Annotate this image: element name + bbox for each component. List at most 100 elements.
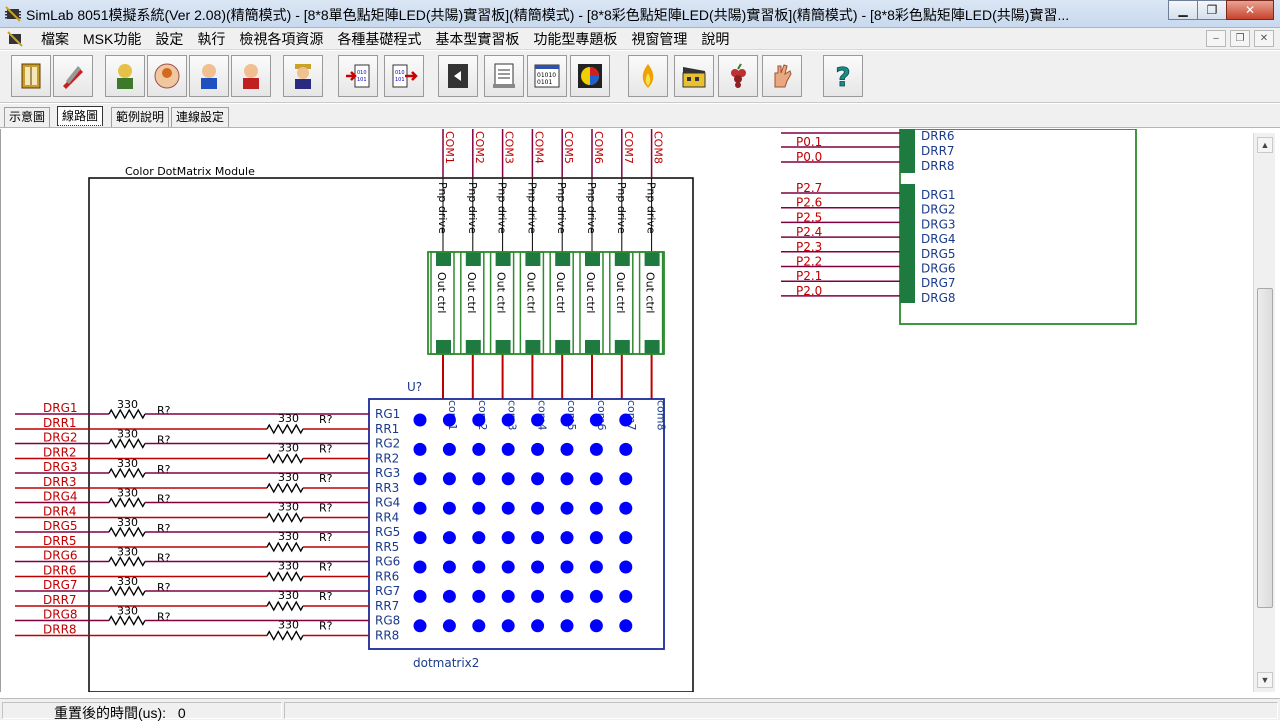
person-circle-icon [154, 63, 180, 89]
resistor-value: 330 [278, 619, 299, 632]
toolbar-chip-button[interactable] [438, 55, 478, 97]
resistor [108, 585, 146, 597]
tab-circuit[interactable]: 線路圖 [57, 106, 104, 126]
toolbar-grapes-button[interactable] [718, 55, 758, 97]
row-pin-label: RG3 [375, 466, 400, 480]
resistor-value: 330 [117, 546, 138, 559]
mcu-pin-label: DRG7 [921, 276, 956, 290]
menu-settings[interactable]: 設定 [148, 30, 190, 48]
resistor [266, 453, 304, 464]
led-dot [589, 619, 603, 633]
port-label: P2.7 [796, 181, 822, 195]
net-label: DRG8 [43, 608, 78, 622]
schematic-canvas[interactable]: Color DotMatrix Module COM1 Pnp drive Out c… [0, 129, 1253, 692]
toolbar-color-button[interactable] [570, 55, 610, 97]
toolbar-export-button[interactable]: 010 101 [384, 55, 424, 97]
com-label: COM2 [473, 131, 486, 164]
menu-window[interactable]: 視窗管理 [624, 30, 694, 48]
toolbar-person5-button[interactable] [283, 55, 323, 97]
resistor-ref: R? [157, 581, 171, 594]
buffer-pad-bottom [436, 340, 451, 354]
toolbar-pen-button[interactable] [53, 55, 93, 97]
row-pin-label: RG1 [375, 407, 400, 421]
resistor-ref: R? [319, 620, 333, 633]
schematic-diagram: Color DotMatrix Module COM1 Pnp drive Out c… [15, 129, 1137, 692]
scroll-up-arrow-icon[interactable]: ▲ [1257, 137, 1273, 153]
menu-msk[interactable]: MSK功能 [76, 30, 148, 48]
row-pin-label: RR4 [375, 511, 399, 525]
toolbar-person1-button[interactable] [105, 55, 145, 97]
mcu-pad-green [900, 184, 915, 303]
resistor-ref: R? [157, 552, 171, 565]
led-dot [472, 501, 486, 515]
toolbar-binary-button[interactable]: 01010 0101 [527, 55, 567, 97]
menu-view-resources[interactable]: 檢視各項資源 [232, 30, 330, 48]
mcu-pin-label: DRG3 [921, 217, 956, 231]
scroll-down-arrow-icon[interactable]: ▼ [1257, 672, 1273, 688]
child-restore-button[interactable]: ❐ [1230, 30, 1250, 47]
led-dot [413, 560, 427, 574]
component-ref: U? [407, 380, 422, 394]
minimize-button[interactable]: ▁ [1168, 0, 1198, 20]
buffer-label: Out ctrl [465, 272, 478, 313]
menu-basic-programs[interactable]: 各種基礎程式 [330, 30, 428, 48]
resistor [266, 600, 304, 612]
toolbar-person3-button[interactable] [189, 55, 229, 97]
resistor-value: 330 [117, 487, 138, 500]
toolbar-hand-button[interactable] [762, 55, 802, 97]
com-label: COM7 [622, 131, 635, 164]
buffer-pad-bottom [525, 340, 541, 354]
toolbar-person4-button[interactable] [231, 55, 271, 97]
tab-overview[interactable]: 示意圖 [4, 107, 51, 127]
scroll-thumb[interactable] [1257, 288, 1273, 608]
port-label: P2.2 [796, 255, 822, 269]
driver-label: Pnp drive [466, 182, 479, 234]
resistor-value: 330 [117, 516, 138, 529]
menu-run[interactable]: 執行 [190, 30, 232, 48]
resistor-value: 330 [278, 412, 299, 425]
tab-strip: 示意圖 線路圖 範例說明 連線設定 [0, 104, 1280, 128]
net-label: DRG7 [43, 578, 78, 592]
resistor [108, 467, 146, 479]
led-dot [501, 413, 515, 427]
child-close-button[interactable]: ✕ [1254, 30, 1274, 47]
svg-text:?: ? [835, 63, 850, 91]
resistor [266, 512, 304, 523]
app-icon [5, 6, 21, 22]
resistor-value: 330 [278, 589, 299, 602]
document-chip-icon[interactable] [6, 31, 24, 47]
tab-example[interactable]: 範例說明 [111, 107, 170, 127]
menu-basic-boards[interactable]: 基本型實習板 [428, 30, 526, 48]
toolbar-person2-button[interactable] [147, 55, 187, 97]
led-dot [560, 619, 574, 633]
net-label: DRR6 [43, 564, 77, 578]
row-pin-label: RR2 [375, 452, 399, 466]
menu-file[interactable]: 檔案 [34, 30, 76, 48]
toolbar-clapper-button[interactable] [674, 55, 714, 97]
menu-help[interactable]: 說明 [694, 30, 736, 48]
toolbar-document-button[interactable] [484, 55, 524, 97]
port-label: P0.0 [796, 150, 822, 164]
net-label: DRR4 [43, 505, 77, 519]
row-pin-label: RR7 [375, 599, 399, 613]
toolbar-help-button[interactable]: ? [823, 55, 863, 97]
child-minimize-button[interactable]: – [1206, 30, 1226, 47]
toolbar-flame-button[interactable] [628, 55, 668, 97]
toolbar-book-button[interactable] [11, 55, 51, 97]
menu-function-boards[interactable]: 功能型專題板 [526, 30, 624, 48]
resistor-value: 330 [117, 428, 138, 441]
led-dot [560, 531, 574, 545]
led-dot [560, 589, 574, 603]
close-button[interactable]: ✕ [1226, 0, 1274, 20]
help-icon: ? [835, 63, 851, 91]
person-yellow-icon [117, 64, 133, 89]
buffer-label: Out ctrl [554, 272, 567, 313]
vertical-scrollbar[interactable]: ▲ ▼ [1253, 133, 1275, 692]
led-dot [560, 413, 574, 427]
restore-button[interactable]: ❐ [1197, 0, 1227, 20]
tab-connection[interactable]: 連線設定 [171, 107, 230, 127]
book-icon [21, 63, 41, 89]
led-dot [589, 589, 603, 603]
led-dot [560, 501, 574, 515]
toolbar-import-button[interactable]: 010 101 [338, 55, 378, 97]
